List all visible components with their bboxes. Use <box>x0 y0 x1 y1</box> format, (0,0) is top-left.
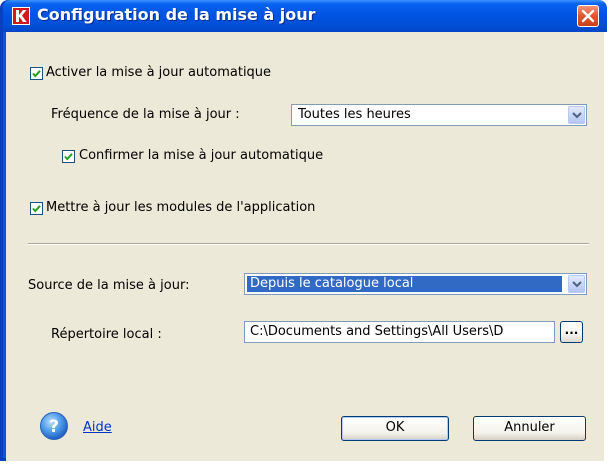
browse-button[interactable]: ... <box>560 321 583 343</box>
auto-update-label: Activer la mise à jour automatique <box>46 65 272 80</box>
source-dropdown-button[interactable] <box>568 275 585 293</box>
window-title: Configuration de la mise à jour <box>37 5 316 24</box>
local-directory-input[interactable]: C:\Documents and Settings\All Users\D <box>244 321 555 343</box>
frequency-select[interactable]: Toutes les heures <box>291 104 587 126</box>
kaspersky-logo-icon <box>12 7 30 25</box>
frequency-dropdown-button[interactable] <box>568 106 585 124</box>
chevron-down-icon <box>572 112 582 119</box>
local-directory-label: Répertoire local : <box>51 327 162 342</box>
auto-update-checkbox[interactable] <box>30 67 43 80</box>
close-button[interactable] <box>577 5 599 27</box>
checkmark-icon <box>32 70 41 78</box>
frequency-value: Toutes les heures <box>298 107 411 122</box>
frequency-label: Fréquence de la mise à jour : <box>51 107 240 122</box>
checkmark-icon <box>32 205 41 213</box>
help-link[interactable]: Aide <box>83 420 112 435</box>
modules-checkbox[interactable] <box>30 202 43 215</box>
checkmark-icon <box>64 153 73 161</box>
chevron-down-icon <box>572 281 582 288</box>
section-divider <box>28 243 589 245</box>
title-bar[interactable]: Configuration de la mise à jour <box>3 0 607 32</box>
ok-button[interactable]: OK <box>341 416 449 441</box>
help-icon[interactable]: ? <box>39 411 69 441</box>
confirm-checkbox[interactable] <box>62 150 75 163</box>
local-directory-value: C:\Documents and Settings\All Users\D <box>250 324 504 339</box>
cancel-button[interactable]: Annuler <box>473 416 586 441</box>
close-icon <box>581 9 595 23</box>
source-value: Depuis le catalogue local <box>247 276 562 292</box>
modules-label: Mettre à jour les modules de l'applicati… <box>46 200 316 215</box>
source-select[interactable]: Depuis le catalogue local <box>244 273 587 295</box>
dialog-window: Configuration de la mise à jour Activer … <box>0 0 607 461</box>
source-label: Source de la mise à jour: <box>28 278 190 293</box>
dialog-body: Activer la mise à jour automatique Fréqu… <box>6 32 604 461</box>
svg-text:?: ? <box>49 417 59 437</box>
confirm-label: Confirmer la mise à jour automatique <box>79 148 324 163</box>
